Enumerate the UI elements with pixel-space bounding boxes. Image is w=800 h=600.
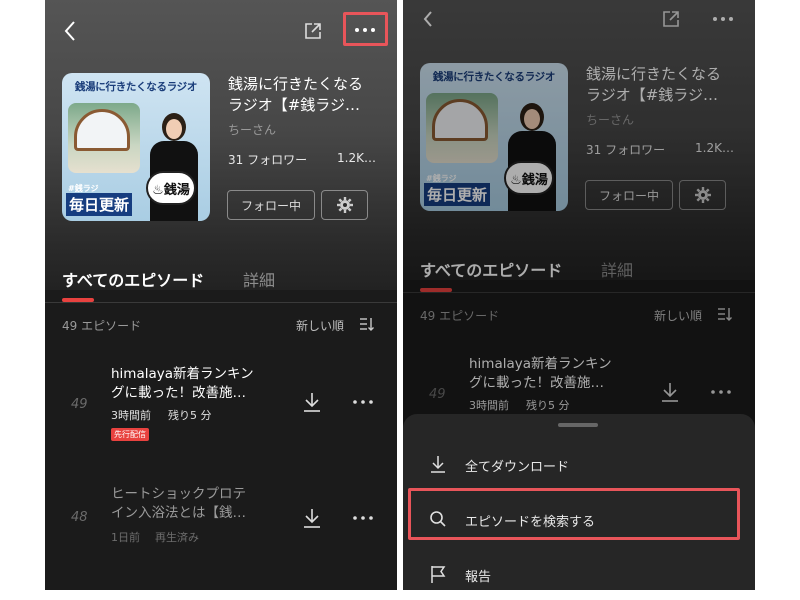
podcast-author[interactable]: ちーさん	[228, 121, 276, 138]
cover-sign: ♨銭湯	[146, 171, 196, 205]
podcast-cover: 銭湯に行きたくなるラジオ ♨銭湯 #銭ラジ 毎日更新	[62, 73, 210, 221]
cover-title: 銭湯に行きたくなるラジオ	[74, 81, 198, 93]
episode-count: 49 エピソード	[62, 319, 142, 333]
download-icon[interactable]	[300, 506, 324, 530]
episode-time: 1日前	[111, 531, 140, 544]
sheet-grabber[interactable]	[558, 423, 598, 427]
sort-icon[interactable]	[358, 315, 376, 333]
menu-item-label: 報告	[465, 570, 492, 585]
tab-divider	[45, 302, 397, 303]
podcast-screen: 銭湯に行きたくなるラジオ ♨銭湯 #銭ラジ 毎日更新 銭湯に行きたくなる ラジオ…	[45, 0, 397, 590]
podcast-screen-with-menu: 銭湯に行きたくなるラジオ ♨銭湯 #銭ラジ 毎日更新 銭湯に行きたくなる ラジオ…	[403, 0, 755, 590]
follow-button[interactable]: フォロー中	[227, 190, 315, 220]
episode-number: 49	[71, 397, 88, 412]
download-icon[interactable]	[300, 390, 324, 414]
episode-row[interactable]: 48 ヒートショックプロテ イン入浴法とは【銭… 1日前 再生済み	[45, 472, 397, 572]
podcast-title: 銭湯に行きたくなる ラジオ【#銭ラジ…	[228, 75, 364, 114]
gear-icon	[336, 197, 353, 213]
download-icon	[428, 454, 448, 474]
back-icon[interactable]	[59, 18, 81, 44]
more-options-highlight	[343, 12, 388, 46]
menu-item-report[interactable]: 報告	[403, 552, 755, 590]
menu-item-label: 全てダウンロード	[465, 460, 570, 475]
early-access-badge: 先行配信	[111, 428, 149, 441]
sort-label[interactable]: 新しい順	[296, 317, 344, 334]
episode-title: ヒートショックプロテ イン入浴法とは【銭…	[111, 486, 246, 521]
tab-all-episodes[interactable]: すべてのエピソード	[62, 267, 204, 291]
search-episodes-highlight	[408, 488, 740, 540]
flag-icon	[428, 564, 448, 584]
episode-time: 3時間前	[111, 409, 151, 422]
episode-more-icon[interactable]	[350, 396, 376, 408]
episode-more-icon[interactable]	[350, 512, 376, 524]
menu-item-download-all[interactable]: 全てダウンロード	[403, 442, 755, 486]
episode-row[interactable]: 49 himalaya新着ランキン グに載った！改善施… 3時間前 残り5 分 …	[45, 352, 397, 452]
episode-remaining: 残り5 分	[168, 409, 212, 422]
episode-number: 48	[71, 510, 88, 525]
share-icon[interactable]	[300, 18, 326, 44]
episode-title: himalaya新着ランキン グに載った！改善施…	[111, 366, 254, 401]
play-count: 1.2K…	[337, 151, 376, 165]
tab-details[interactable]: 詳細	[243, 267, 275, 291]
follower-count: 31 フォロワー	[228, 153, 308, 167]
settings-button[interactable]	[321, 190, 368, 220]
episode-status: 再生済み	[155, 531, 199, 544]
cover-daily-label: 毎日更新	[66, 193, 133, 216]
